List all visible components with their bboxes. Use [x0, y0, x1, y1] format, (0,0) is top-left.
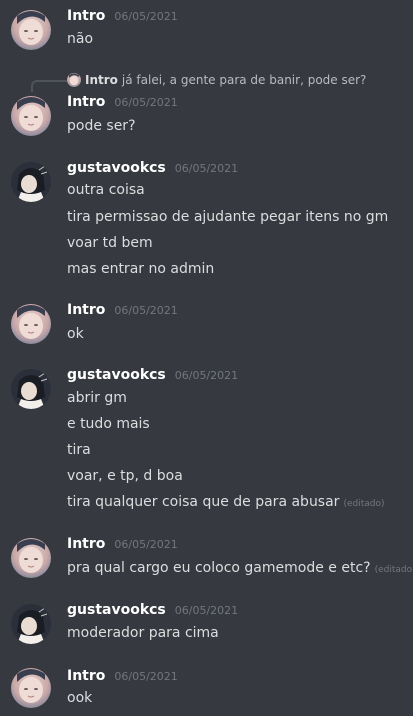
reply-author[interactable]: Intro: [85, 72, 118, 88]
avatar-intro[interactable]: [11, 668, 51, 708]
message-text: pra qual cargo eu coloco gamemode e etc?…: [67, 559, 413, 579]
message-group: gustavookcs 06/05/2021 moderador para ci…: [0, 602, 413, 652]
username[interactable]: Intro: [67, 302, 105, 318]
timestamp: 06/05/2021: [114, 10, 178, 23]
user-avatar-image: [11, 96, 51, 136]
message-text: voar, e tp, d boa: [67, 468, 183, 484]
message-body: tira qualquer coisa que de para abusar: [67, 494, 340, 510]
timestamp: 06/05/2021: [114, 538, 178, 551]
message-group: Intro 06/05/2021 não: [0, 0, 413, 55]
avatar-intro[interactable]: [11, 96, 51, 136]
message-text: voar td bem: [67, 235, 153, 251]
username[interactable]: gustavookcs: [67, 160, 166, 176]
message-text: tira qualquer coisa que de para abusar (e…: [67, 493, 385, 513]
message-text: moderador para cima: [67, 625, 219, 641]
message-text: pode ser?: [67, 118, 136, 134]
avatar-intro[interactable]: [11, 304, 51, 344]
timestamp: 06/05/2021: [114, 96, 178, 109]
username[interactable]: Intro: [67, 8, 105, 24]
message-text: não: [67, 31, 94, 47]
timestamp: 06/05/2021: [114, 670, 178, 683]
timestamp: 06/05/2021: [114, 304, 178, 317]
message-text: mas entrar no admin: [67, 261, 215, 277]
reply-avatar: [67, 73, 81, 87]
timestamp: 06/05/2021: [174, 162, 239, 175]
avatar-intro[interactable]: [11, 10, 51, 50]
avatar-intro[interactable]: [11, 538, 51, 578]
timestamp: 06/05/2021: [174, 604, 239, 617]
message-text: tira: [67, 442, 91, 458]
reply-connector: [31, 80, 67, 92]
username[interactable]: Intro: [67, 94, 105, 110]
message-group: gustavookcs 06/05/2021 abrir gm e tudo m…: [0, 367, 413, 517]
avatar-gustavookcs[interactable]: [11, 369, 51, 409]
message-text: ook: [67, 690, 93, 706]
username[interactable]: gustavookcs: [67, 602, 166, 618]
user-avatar-image: [11, 538, 51, 578]
reply-preview-text: já falei, a gente para de banir, pode se…: [121, 73, 367, 87]
user-avatar-image: [11, 10, 51, 50]
message-group: Intro 06/05/2021 ok: [0, 302, 413, 352]
message-text: e tudo mais: [67, 416, 150, 432]
message-group: Intro 06/05/2021 pra qual cargo eu coloc…: [0, 536, 413, 586]
username[interactable]: gustavookcs: [67, 367, 166, 383]
user-avatar-image: [11, 304, 51, 344]
username[interactable]: Intro: [67, 668, 105, 684]
message-text: abrir gm: [67, 390, 127, 406]
message-text: outra coisa: [67, 182, 145, 198]
user-avatar-image: [11, 668, 51, 708]
message-group: gustavookcs 06/05/2021 outra coisa tira …: [0, 160, 413, 285]
user-avatar-image: [11, 604, 51, 644]
timestamp: 06/05/2021: [174, 369, 239, 382]
reply-reference[interactable]: Intro já falei, a gente para de banir, p…: [67, 72, 366, 88]
message-text: ok: [67, 326, 84, 342]
user-avatar-image: [11, 369, 51, 409]
message-group: Intro 06/05/2021 ook: [0, 668, 413, 716]
message-body: pra qual cargo eu coloco gamemode e etc?: [67, 560, 371, 576]
message-group: Intro já falei, a gente para de banir, p…: [0, 70, 413, 142]
edited-label: (editado): [374, 565, 413, 575]
avatar-gustavookcs[interactable]: [11, 604, 51, 644]
avatar-gustavookcs[interactable]: [11, 162, 51, 202]
username[interactable]: Intro: [67, 536, 105, 552]
edited-label: (editado): [343, 499, 385, 509]
user-avatar-image: [11, 162, 51, 202]
message-text: tira permissao de ajudante pegar itens n…: [67, 209, 389, 225]
